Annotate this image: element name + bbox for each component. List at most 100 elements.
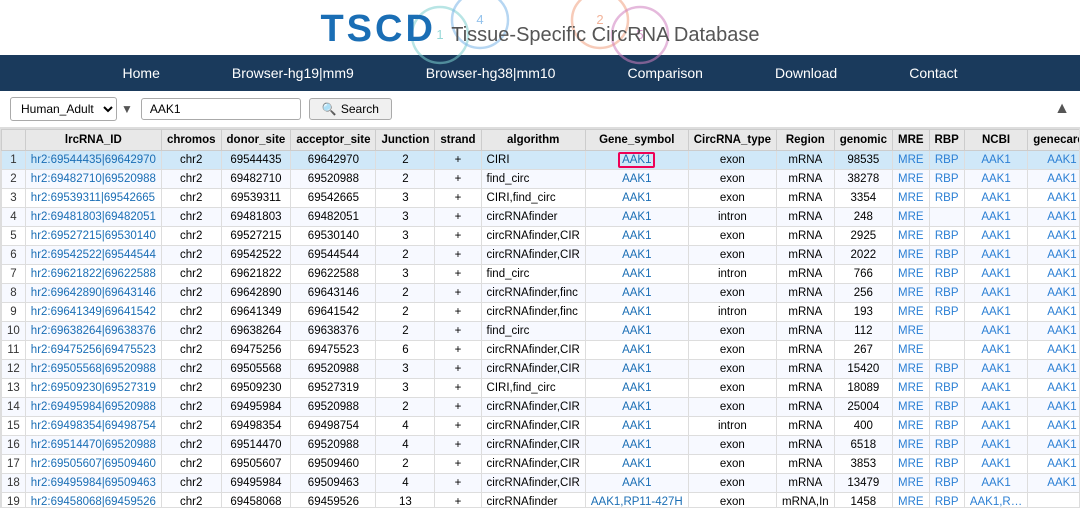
cell-id[interactable]: hr2:69641349|69641542 <box>25 303 161 322</box>
cell-mre[interactable]: MRE <box>892 493 929 509</box>
cell-mre[interactable]: MRE <box>892 227 929 246</box>
cell-ncbi[interactable]: AAK1 <box>964 189 1027 208</box>
cell-id[interactable]: hr2:69498354|69498754 <box>25 417 161 436</box>
cell-rbp[interactable]: RBP <box>929 227 964 246</box>
cell-rbp[interactable]: RBP <box>929 265 964 284</box>
cell-id[interactable]: hr2:69482710|69520988 <box>25 170 161 189</box>
cell-genecards[interactable]: AAK1 <box>1028 170 1080 189</box>
cell-rbp[interactable]: RBP <box>929 436 964 455</box>
cell-id[interactable]: hr2:69527215|69530140 <box>25 227 161 246</box>
nav-browser-hg38[interactable]: Browser-hg38|mm10 <box>390 55 592 91</box>
cell-genecards[interactable]: AAK1 <box>1028 265 1080 284</box>
cell-rbp[interactable]: RBP <box>929 379 964 398</box>
cell-gene[interactable]: AAK1 <box>585 303 688 322</box>
cell-genecards[interactable]: AAK1 <box>1028 417 1080 436</box>
cell-mre[interactable]: MRE <box>892 246 929 265</box>
cell-gene[interactable]: AAK1 <box>585 455 688 474</box>
cell-gene[interactable]: AAK1 <box>585 379 688 398</box>
cell-gene[interactable]: AAK1 <box>585 436 688 455</box>
cell-ncbi[interactable]: AAK1 <box>964 341 1027 360</box>
cell-mre[interactable]: MRE <box>892 170 929 189</box>
cell-genecards[interactable]: AAK1 <box>1028 208 1080 227</box>
cell-genecards[interactable]: AAK1 <box>1028 189 1080 208</box>
cell-ncbi[interactable]: AAK1 <box>964 322 1027 341</box>
cell-id[interactable]: hr2:69544435|69642970 <box>25 151 161 170</box>
cell-id[interactable]: hr2:69542522|69544544 <box>25 246 161 265</box>
search-button[interactable]: 🔍 Search <box>309 98 392 120</box>
cell-rbp[interactable]: RBP <box>929 455 964 474</box>
cell-id[interactable]: hr2:69514470|69520988 <box>25 436 161 455</box>
cell-mre[interactable]: MRE <box>892 322 929 341</box>
cell-gene[interactable]: AAK1 <box>585 246 688 265</box>
cell-gene[interactable]: AAK1 <box>585 265 688 284</box>
cell-genecards[interactable]: AAK1 <box>1028 322 1080 341</box>
cell-mre[interactable]: MRE <box>892 436 929 455</box>
cell-ncbi[interactable]: AAK1 <box>964 360 1027 379</box>
cell-mre[interactable]: MRE <box>892 151 929 170</box>
cell-genecards[interactable]: AAK1 <box>1028 341 1080 360</box>
cell-id[interactable]: hr2:69505607|69509460 <box>25 455 161 474</box>
nav-home[interactable]: Home <box>87 55 196 91</box>
cell-rbp[interactable]: RBP <box>929 189 964 208</box>
cell-gene[interactable]: AAK1 <box>585 151 688 170</box>
cell-genecards[interactable]: AAK1 <box>1028 151 1080 170</box>
cell-ncbi[interactable]: AAK1 <box>964 436 1027 455</box>
cell-ncbi[interactable]: AAK1 <box>964 246 1027 265</box>
cell-gene[interactable]: AAK1 <box>585 417 688 436</box>
cell-genecards[interactable]: AAK1 <box>1028 436 1080 455</box>
cell-genecards[interactable]: AAK1 <box>1028 398 1080 417</box>
search-input[interactable] <box>141 98 301 120</box>
cell-genecards[interactable]: AAK1 <box>1028 246 1080 265</box>
cell-genecards[interactable]: AAK1 <box>1028 379 1080 398</box>
cell-mre[interactable]: MRE <box>892 474 929 493</box>
cell-rbp[interactable]: RBP <box>929 474 964 493</box>
cell-mre[interactable]: MRE <box>892 284 929 303</box>
cell-ncbi[interactable]: AAK1 <box>964 284 1027 303</box>
cell-gene[interactable]: AAK1 <box>585 227 688 246</box>
cell-genecards[interactable]: AAK1 <box>1028 227 1080 246</box>
cell-id[interactable]: hr2:69642890|69643146 <box>25 284 161 303</box>
cell-genecards[interactable]: AAK1 <box>1028 474 1080 493</box>
cell-mre[interactable]: MRE <box>892 265 929 284</box>
cell-rbp[interactable]: RBP <box>929 170 964 189</box>
cell-rbp[interactable]: RBP <box>929 284 964 303</box>
cell-id[interactable]: hr2:69509230|69527319 <box>25 379 161 398</box>
cell-id[interactable]: hr2:69495984|69520988 <box>25 398 161 417</box>
cell-ncbi[interactable]: AAK1 <box>964 474 1027 493</box>
cell-rbp[interactable]: RBP <box>929 303 964 322</box>
cell-genecards[interactable]: AAK1 <box>1028 360 1080 379</box>
cell-ncbi[interactable]: AAK1 <box>964 227 1027 246</box>
cell-mre[interactable]: MRE <box>892 303 929 322</box>
cell-ncbi[interactable]: AAK1 <box>964 455 1027 474</box>
cell-ncbi[interactable]: AAK1 <box>964 265 1027 284</box>
cell-gene[interactable]: AAK1 <box>585 360 688 379</box>
cell-gene[interactable]: AAK1 <box>585 474 688 493</box>
cell-id[interactable]: hr2:69539311|69542665 <box>25 189 161 208</box>
cell-ncbi[interactable]: AAK1 <box>964 303 1027 322</box>
nav-contact[interactable]: Contact <box>873 55 993 91</box>
organism-select[interactable]: Human_Adult Mouse_Adult Human_Fetal Mous… <box>10 97 117 121</box>
cell-mre[interactable]: MRE <box>892 455 929 474</box>
cell-id[interactable]: hr2:69621822|69622588 <box>25 265 161 284</box>
nav-comparison[interactable]: Comparison <box>591 55 738 91</box>
cell-rbp[interactable]: RBP <box>929 417 964 436</box>
cell-genecards[interactable]: AAK1 <box>1028 455 1080 474</box>
cell-id[interactable]: hr2:69475256|69475523 <box>25 341 161 360</box>
cell-gene[interactable]: AAK1 <box>585 189 688 208</box>
cell-mre[interactable]: MRE <box>892 189 929 208</box>
cell-ncbi[interactable]: AAK1 <box>964 379 1027 398</box>
cell-ncbi[interactable]: AAK1 <box>964 151 1027 170</box>
cell-ncbi[interactable]: AAK1 <box>964 417 1027 436</box>
nav-browser-hg19[interactable]: Browser-hg19|mm9 <box>196 55 390 91</box>
cell-mre[interactable]: MRE <box>892 208 929 227</box>
cell-rbp[interactable]: RBP <box>929 360 964 379</box>
cell-rbp[interactable]: RBP <box>929 493 964 509</box>
cell-id[interactable]: hr2:69505568|69520988 <box>25 360 161 379</box>
cell-mre[interactable]: MRE <box>892 398 929 417</box>
cell-rbp[interactable]: RBP <box>929 246 964 265</box>
cell-genecards[interactable]: AAK1 <box>1028 303 1080 322</box>
cell-genecards[interactable]: AAK1 <box>1028 284 1080 303</box>
cell-gene[interactable]: AAK1 <box>585 341 688 360</box>
cell-id[interactable]: hr2:69458068|69459526 <box>25 493 161 509</box>
nav-download[interactable]: Download <box>739 55 873 91</box>
